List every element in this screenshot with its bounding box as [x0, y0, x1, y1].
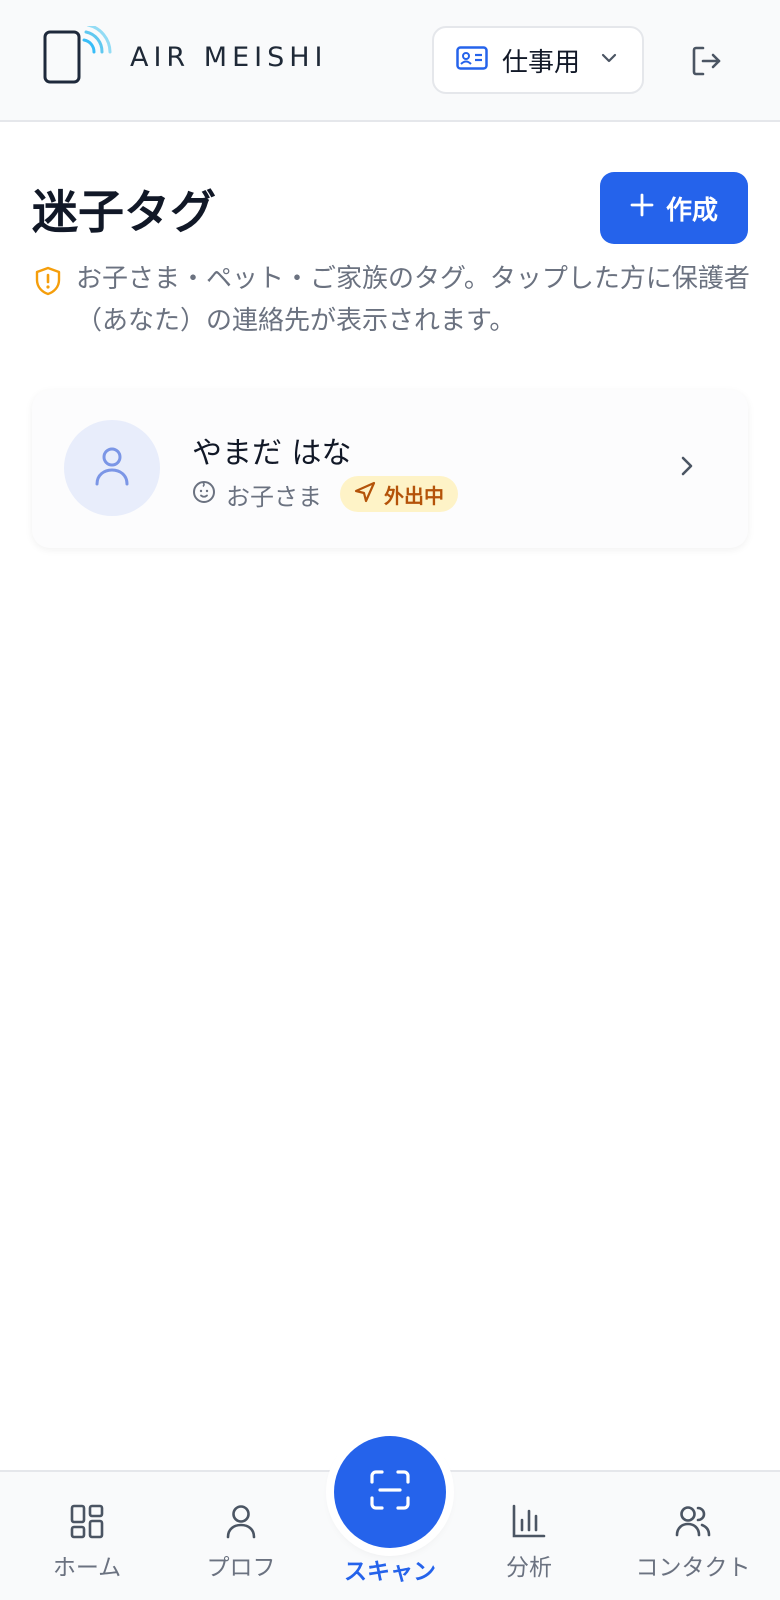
- notice-text: お子さま・ペット・ご家族のタグ。タップした方に保護者（あなた）の連絡先が表示され…: [76, 264, 750, 336]
- nav-item-profile[interactable]: プロフ: [166, 1502, 316, 1582]
- nav-label-contacts: コンタクト: [635, 1555, 751, 1581]
- create-tag-button[interactable]: 作成: [600, 172, 748, 244]
- chevron-down-icon: [594, 49, 618, 71]
- users-icon: [674, 1502, 712, 1544]
- tag-card[interactable]: やまだ はな お子さま 外出中: [32, 390, 748, 548]
- tag-type: お子さま: [226, 482, 322, 511]
- scan-icon: [368, 1468, 412, 1516]
- baby-icon: [192, 480, 226, 508]
- app-name: AIR MEISHI: [130, 42, 328, 73]
- avatar: [64, 420, 160, 516]
- plus-icon: [630, 193, 654, 224]
- nav-label-profile: プロフ: [206, 1555, 276, 1581]
- chevron-right-icon: [676, 454, 698, 478]
- bar-chart-icon: [510, 1502, 548, 1544]
- page-title: 迷子タグ: [32, 185, 216, 239]
- user-icon: [92, 444, 132, 492]
- nav-item-analytics[interactable]: 分析: [454, 1502, 604, 1582]
- logo-icon: [42, 23, 114, 86]
- logout-icon: [690, 46, 724, 82]
- scan-button[interactable]: [334, 1436, 446, 1548]
- status-badge: 外出中: [340, 476, 458, 512]
- app-header: AIR MEISHI 仕事用: [0, 0, 780, 122]
- profile-selector-value: 仕事用: [502, 47, 581, 78]
- navigation-arrow-icon: [354, 481, 376, 508]
- nav-label-analytics: 分析: [506, 1555, 552, 1581]
- id-card-icon: [456, 46, 488, 74]
- user-icon: [222, 1502, 260, 1544]
- profile-selector[interactable]: 仕事用: [432, 26, 644, 94]
- nav-label-scan: スキャン: [344, 1559, 436, 1585]
- nav-label-home: ホーム: [52, 1555, 122, 1581]
- logout-button[interactable]: [690, 44, 724, 78]
- nav-item-contacts[interactable]: コンタクト: [618, 1502, 768, 1582]
- tag-meta: お子さま 外出中: [192, 476, 458, 512]
- tag-name: やまだ はな: [192, 436, 352, 471]
- home-grid-icon: [68, 1502, 106, 1544]
- create-button-label: 作成: [665, 195, 718, 226]
- shield-alert-icon: [34, 266, 62, 296]
- nav-item-home[interactable]: ホーム: [12, 1502, 162, 1582]
- status-badge-label: 外出中: [384, 483, 444, 508]
